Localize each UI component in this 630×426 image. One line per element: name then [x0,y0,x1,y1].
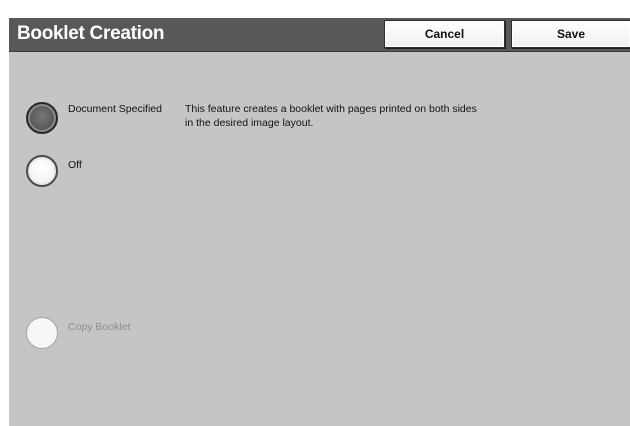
page-title: Booklet Creation [17,23,165,44]
title-bar: Booklet Creation Cancel Save [9,18,630,52]
radio-disabled-icon [26,317,58,349]
radio-selected-icon[interactable] [26,102,58,134]
save-button[interactable]: Save [511,20,630,48]
option-label-off: Off [68,159,82,171]
feature-description: This feature creates a booklet with page… [185,103,477,129]
cancel-button[interactable]: Cancel [384,20,505,48]
option-label-document-specified: Document Specified [68,103,162,115]
radio-unselected-icon[interactable] [26,155,58,187]
booklet-creation-screen: Booklet Creation Cancel Save Document Sp… [9,18,630,426]
option-label-copy-booklet: Copy Booklet [68,321,131,333]
